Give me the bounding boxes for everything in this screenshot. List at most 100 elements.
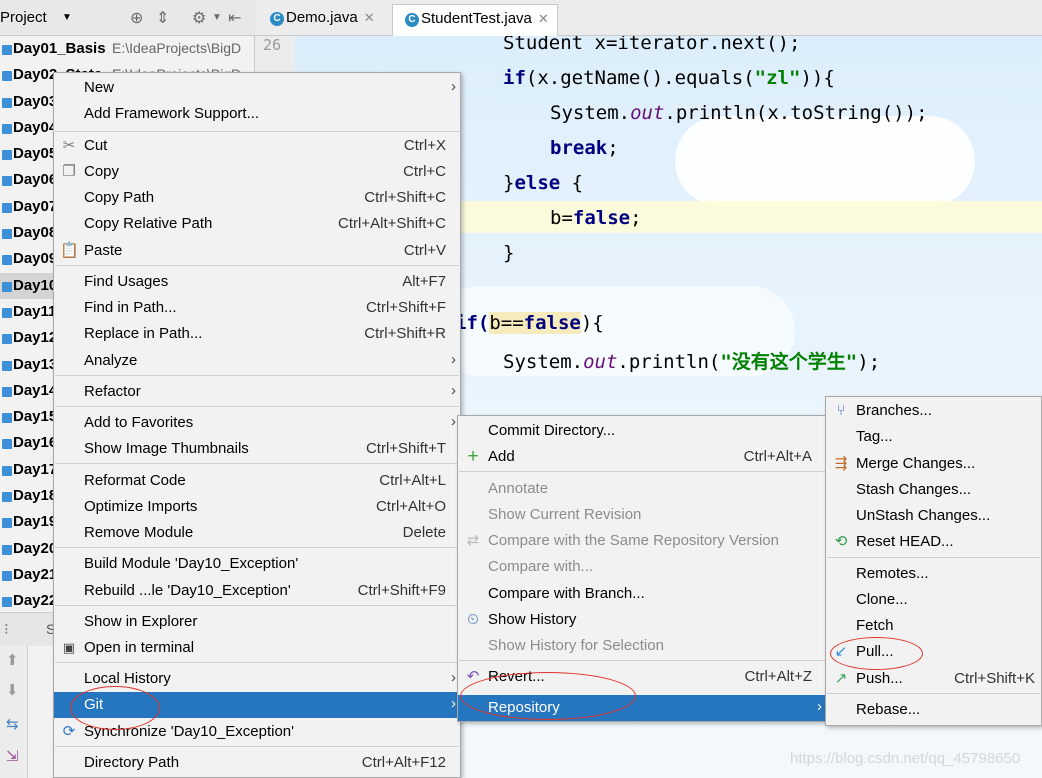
menu-item-reformat-code[interactable]: Reformat Code Ctrl+Alt+L [54,468,460,494]
import-icon[interactable]: ⇲ [6,747,19,765]
module-name: Day19 [13,513,58,531]
close-icon[interactable]: ✕ [538,11,549,26]
submenu-arrow-icon: › [451,382,456,399]
module-name: Day01_Basis [13,40,106,57]
menu-item-show-in-explorer[interactable]: Show in Explorer [54,609,460,635]
menu-item-copy[interactable]: ❐ Copy Ctrl+C [54,159,460,185]
module-folder-icon [2,255,12,266]
menu-item-new[interactable]: New › [54,75,460,101]
module-name: Day06 [13,171,58,189]
module-folder-icon [2,413,12,424]
collapse-icon[interactable]: ⇕ [156,8,169,28]
menu-item-remove-module[interactable]: Remove Module Delete [54,520,460,546]
menu-item-add[interactable]: + Add Ctrl+Alt+A [458,444,826,470]
menu-item-build-module[interactable]: Build Module 'Day10_Exception' [54,551,460,577]
menu-item-compare-with: Compare with... [488,558,594,575]
menu-item-unstash-changes[interactable]: UnStash Changes... [826,503,1041,529]
menu-item-remotes[interactable]: Remotes... [826,561,1041,587]
menu-item-clone[interactable]: Clone... [826,587,1041,613]
menu-item-tag[interactable]: Tag... [826,424,1041,450]
scissors-icon: ✂ [62,137,76,154]
submenu-arrow-icon: › [451,351,456,368]
project-panel-title[interactable]: Project [0,9,47,26]
module-name: Day05 [13,145,58,163]
module-folder-icon [2,150,12,161]
menu-item-paste[interactable]: 📋 Paste Ctrl+V [54,238,460,264]
module-folder-icon [2,307,12,318]
menu-item-branches[interactable]: ⑂ Branches... [826,398,1041,424]
submenu-arrow-icon: › [451,669,456,686]
menu-item-directory-path[interactable]: Directory Path Ctrl+Alt+F12 [54,750,460,776]
menu-item-find-in-path[interactable]: Find in Path... Ctrl+Shift+F [54,295,460,321]
tab-label: Demo.java [286,9,358,26]
menu-item-show-history[interactable]: ⏲ Show History [458,607,826,633]
menu-item-merge-changes[interactable]: ⇶ Merge Changes... [826,451,1041,477]
menu-item-stash-changes[interactable]: Stash Changes... [826,477,1041,503]
menu-item-rebase[interactable]: Rebase... [826,697,1041,723]
menu-item-copy-relative-path[interactable]: Copy Relative Path Ctrl+Alt+Shift+C [54,211,460,237]
module-folder-icon [2,492,12,503]
module-folder-icon [2,97,12,108]
menu-item-compare-same-repo-version: ⇄ Compare with the Same Repository Versio… [458,528,826,554]
menu-item-add-framework-support[interactable]: Add Framework Support... [54,101,460,127]
history-icon: ⏲ [467,611,479,628]
code-line: }else { [503,172,584,194]
arrow-up-icon[interactable]: ⬆ [6,651,19,669]
repository-submenu: ⑂ Branches... Tag... ⇶ Merge Changes... St… [825,396,1042,726]
java-class-icon: C [270,12,284,26]
menu-item-reset-head[interactable]: ⟲ Reset HEAD... [826,529,1041,555]
menu-item-compare-with-branch[interactable]: Compare with Branch... [458,581,826,607]
chevron-down-icon[interactable]: ▼ [212,12,222,23]
target-icon[interactable]: ⊕ [130,8,143,28]
module-name: Day12 [13,329,58,347]
code-line: break; [550,137,619,159]
module-folder-icon [2,518,12,529]
module-folder-icon [2,439,12,450]
menu-item-copy-path[interactable]: Copy Path Ctrl+Shift+C [54,185,460,211]
sync-icon[interactable]: ⇆ [6,715,19,733]
menu-item-commit-directory[interactable]: Commit Directory... [458,418,826,444]
module-path: E:\IdeaProjects\BigD [112,40,242,56]
java-class-icon: C [405,13,419,27]
hide-panel-icon[interactable]: ⇤ [228,8,241,28]
menu-item-fetch[interactable]: Fetch [826,613,1041,639]
module-folder-icon [2,176,12,187]
tab-demo-java[interactable]: C Demo.java ✕ [258,4,383,36]
menu-item-refactor[interactable]: Refactor › [54,379,460,405]
code-line: } [503,242,515,264]
branches-icon: ⑂ [836,402,846,419]
arrow-down-icon[interactable]: ⬇ [6,681,19,699]
menu-item-replace-in-path[interactable]: Replace in Path... Ctrl+Shift+R [54,321,460,347]
close-icon[interactable]: ✕ [364,10,375,25]
menu-item-rebuild-module[interactable]: Rebuild ...le 'Day10_Exception' Ctrl+Shif… [54,578,460,604]
structure-icon: ⁝ [4,621,9,638]
menu-item-cut[interactable]: ✂ Cut Ctrl+X [54,133,460,159]
terminal-icon: ▣ [62,640,76,655]
menu-item-add-to-favorites[interactable]: Add to Favorites › [54,410,460,436]
menu-item-optimize-imports[interactable]: Optimize Imports Ctrl+Alt+O [54,494,460,520]
menu-item-annotate: Annotate [488,480,549,497]
menu-item-open-in-terminal[interactable]: ▣ Open in terminal [54,635,460,661]
module-name: Day10 [13,276,58,294]
tree-item-module[interactable]: Day01_Basis E:\IdeaProjects\BigD [0,36,255,62]
menu-item-push[interactable]: ↗ Push... Ctrl+Shift+K [826,666,1041,692]
module-name: Day04 [13,118,58,136]
menu-item-find-usages[interactable]: Find Usages Alt+F7 [54,269,460,295]
module-name: Day16 [13,434,58,452]
watermark: https://blog.csdn.net/qq_45798650 [790,750,1021,767]
menu-item-show-current-revision: Show Current Revision [488,506,642,523]
module-folder-icon [2,45,12,55]
gear-icon[interactable]: ⚙ [192,8,206,28]
module-folder-icon [2,202,12,213]
module-name: Day07 [13,197,58,215]
chevron-down-icon[interactable]: ▼ [62,12,72,23]
tab-studenttest-java[interactable]: C StudentTest.java ✕ [392,4,558,36]
annotation-ellipse-git [70,686,160,730]
annotation-ellipse-repository [460,672,636,720]
submenu-arrow-icon: › [817,698,822,715]
module-folder-icon [2,465,12,476]
menu-item-analyze[interactable]: Analyze › [54,348,460,374]
module-folder-icon [2,570,12,581]
menu-item-show-image-thumbnails[interactable]: Show Image Thumbnails Ctrl+Shift+T [54,436,460,462]
module-name: Day14 [13,381,58,399]
